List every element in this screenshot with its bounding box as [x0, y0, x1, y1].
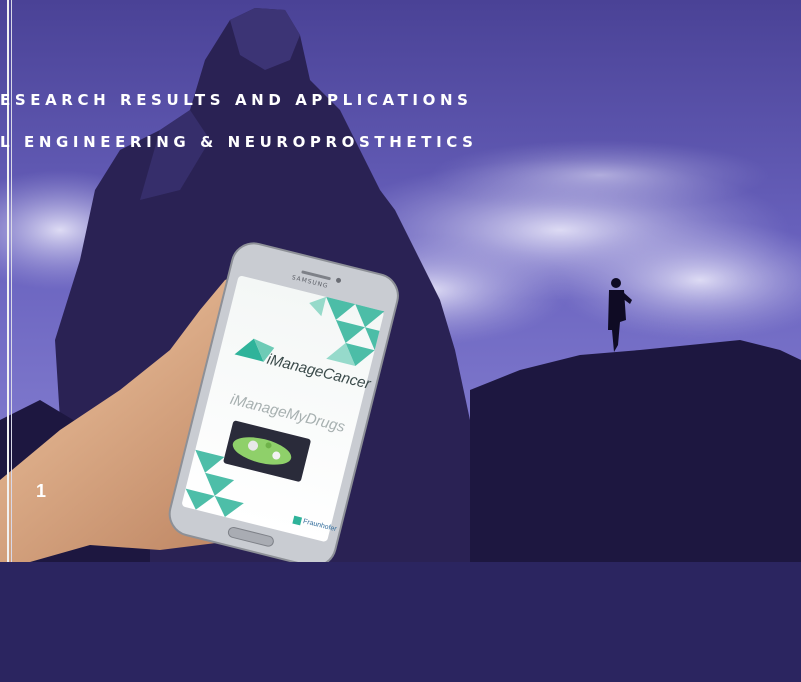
figure-number: 1 — [36, 481, 47, 501]
background-photo — [0, 0, 801, 562]
left-border-rule — [7, 0, 9, 562]
ridge — [470, 340, 801, 562]
heading-line-2: L ENGINEERING & NEUROPROSTHETICS — [0, 133, 478, 151]
heading-line-1: ESEARCH RESULTS AND APPLICATIONS — [0, 91, 473, 109]
left-border-rule-inner — [11, 0, 12, 562]
